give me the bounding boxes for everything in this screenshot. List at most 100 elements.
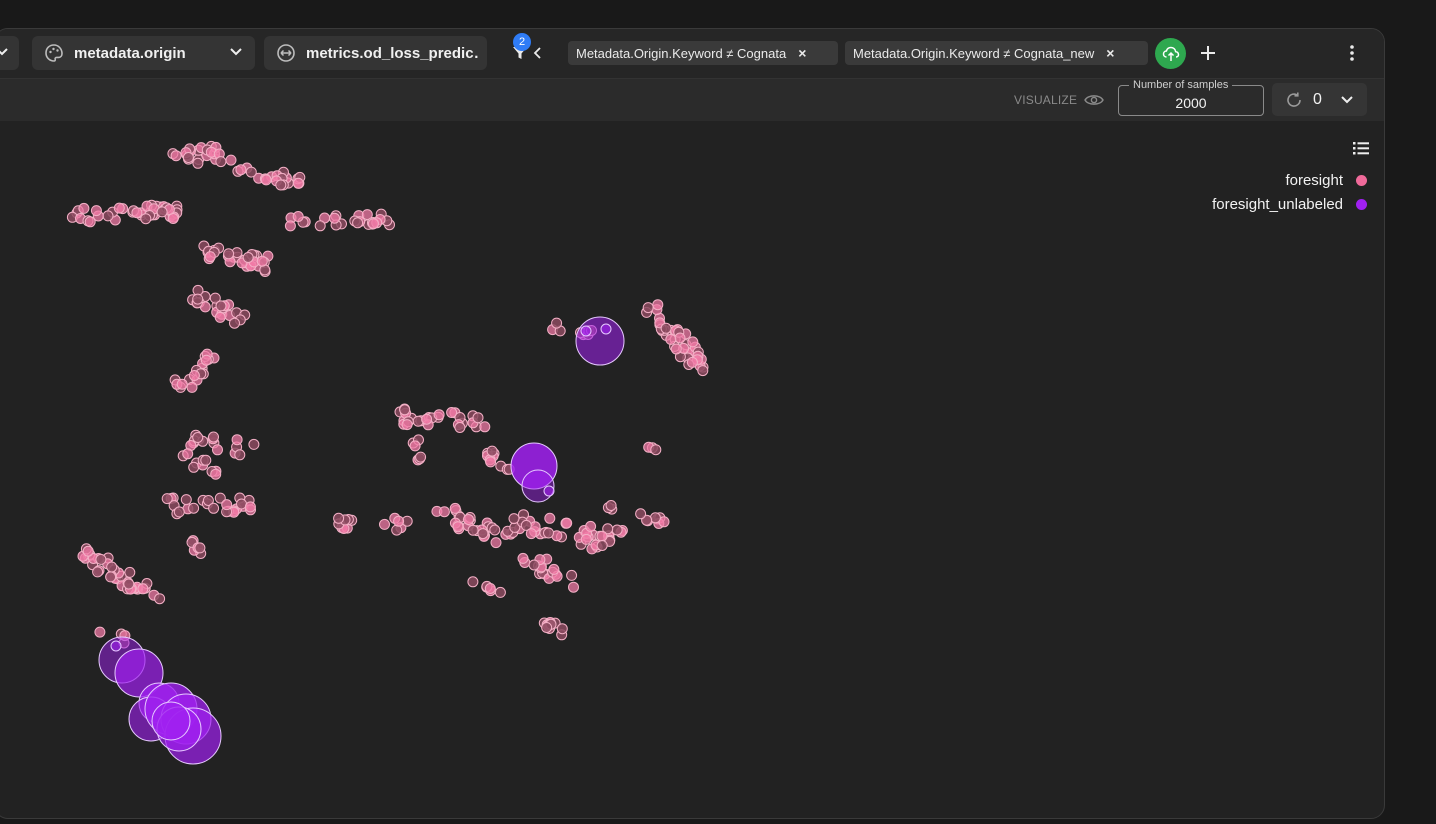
data-point-foresight[interactable]: [131, 207, 143, 219]
data-point-foresight[interactable]: [551, 317, 563, 329]
data-point-foresight[interactable]: [548, 563, 560, 575]
data-point-foresight[interactable]: [541, 622, 553, 633]
data-point-foresight[interactable]: [248, 438, 260, 450]
data-point-foresight-unlabeled[interactable]: [600, 323, 612, 335]
data-point-foresight[interactable]: [167, 213, 179, 224]
data-point-foresight[interactable]: [566, 569, 578, 581]
data-point-foresight[interactable]: [484, 583, 496, 594]
data-point-foresight[interactable]: [94, 626, 106, 638]
data-point-foresight[interactable]: [105, 571, 117, 583]
data-point-foresight[interactable]: [401, 419, 413, 431]
samples-value[interactable]: 2000: [1119, 95, 1263, 111]
data-point-foresight[interactable]: [200, 354, 212, 366]
data-point-foresight[interactable]: [580, 533, 592, 545]
data-point-foresight[interactable]: [204, 251, 216, 263]
data-point-foresight[interactable]: [182, 152, 194, 163]
data-point-foresight[interactable]: [208, 502, 220, 514]
data-point-foresight[interactable]: [561, 517, 573, 529]
data-point-foresight[interactable]: [106, 561, 118, 573]
data-point-foresight[interactable]: [275, 179, 287, 191]
data-point-foresight[interactable]: [490, 537, 502, 549]
data-point-foresight[interactable]: [652, 299, 664, 311]
data-point-foresight[interactable]: [242, 252, 254, 263]
data-point-foresight[interactable]: [124, 566, 136, 578]
data-point-foresight[interactable]: [508, 513, 520, 525]
data-point-foresight[interactable]: [256, 255, 268, 267]
data-point-foresight[interactable]: [229, 317, 240, 329]
data-point-foresight[interactable]: [245, 166, 257, 178]
data-point-foresight[interactable]: [137, 583, 149, 595]
data-point-foresight[interactable]: [173, 506, 185, 518]
data-point-foresight[interactable]: [415, 451, 427, 463]
data-point-foresight[interactable]: [467, 576, 479, 588]
data-point-foresight[interactable]: [223, 248, 235, 260]
data-point-foresight[interactable]: [485, 456, 497, 468]
data-point-foresight[interactable]: [454, 422, 466, 433]
data-point-foresight[interactable]: [596, 530, 608, 542]
number-of-samples-field[interactable]: Number of samples 2000: [1118, 79, 1264, 116]
filter-chip-cognata[interactable]: Metadata.Origin.Keyword ≠ Cognata ×: [568, 41, 838, 65]
data-point-foresight[interactable]: [170, 150, 182, 162]
data-point-foresight-unlabeled[interactable]: [110, 640, 122, 652]
data-point-foresight[interactable]: [260, 174, 272, 186]
data-point-foresight[interactable]: [284, 220, 296, 232]
data-point-foresight[interactable]: [234, 449, 246, 461]
data-point-foresight[interactable]: [367, 218, 379, 230]
data-point-foresight[interactable]: [543, 527, 554, 539]
data-point-foresight[interactable]: [449, 502, 461, 514]
data-point-foresight[interactable]: [102, 210, 114, 222]
data-point-foresight[interactable]: [568, 581, 579, 593]
prev-dropdown[interactable]: [0, 36, 19, 70]
visualize-button[interactable]: VISUALIZE: [1014, 93, 1104, 107]
filter-chip-cognata-new[interactable]: Metadata.Origin.Keyword ≠ Cognata_new ×: [845, 41, 1148, 65]
data-point-foresight[interactable]: [212, 444, 223, 456]
data-point-foresight[interactable]: [585, 520, 597, 532]
data-point-foresight[interactable]: [82, 545, 94, 557]
data-point-foresight[interactable]: [438, 506, 450, 518]
data-point-foresight[interactable]: [605, 500, 617, 511]
data-point-foresight[interactable]: [687, 336, 699, 348]
scatter-plot[interactable]: [1, 122, 1384, 818]
data-point-foresight[interactable]: [393, 515, 405, 527]
data-point-foresight[interactable]: [156, 206, 168, 218]
data-point-foresight[interactable]: [84, 216, 96, 228]
data-point-foresight[interactable]: [78, 202, 90, 214]
data-point-foresight[interactable]: [161, 493, 173, 505]
data-point-foresight[interactable]: [225, 154, 237, 166]
data-point-foresight[interactable]: [479, 421, 491, 433]
data-point-foresight[interactable]: [188, 370, 200, 381]
data-point-foresight[interactable]: [670, 343, 682, 355]
data-point-foresight[interactable]: [210, 468, 222, 480]
data-point-foresight[interactable]: [214, 311, 226, 323]
data-point-foresight[interactable]: [665, 333, 677, 345]
data-point-foresight-unlabeled[interactable]: [575, 316, 625, 366]
data-point-foresight[interactable]: [292, 177, 304, 189]
upload-button[interactable]: [1155, 38, 1186, 69]
data-point-foresight[interactable]: [188, 461, 200, 473]
data-point-foresight[interactable]: [467, 524, 479, 536]
data-point-foresight[interactable]: [463, 514, 474, 525]
data-point-foresight[interactable]: [192, 293, 204, 305]
data-point-foresight[interactable]: [544, 512, 556, 524]
data-point-foresight[interactable]: [379, 518, 390, 530]
data-point-foresight[interactable]: [192, 432, 204, 443]
data-point-foresight[interactable]: [333, 512, 345, 524]
legend-item-foresight[interactable]: foresight: [1212, 168, 1367, 192]
data-point-foresight[interactable]: [182, 448, 194, 460]
data-point-foresight[interactable]: [95, 553, 107, 565]
list-icon[interactable]: [1352, 140, 1370, 156]
data-point-foresight[interactable]: [90, 205, 102, 217]
close-icon[interactable]: ×: [1106, 45, 1114, 61]
data-point-foresight[interactable]: [192, 157, 204, 169]
data-point-foresight[interactable]: [186, 381, 198, 393]
data-point-foresight[interactable]: [292, 211, 304, 222]
data-point-foresight[interactable]: [472, 412, 484, 424]
refresh-dropdown[interactable]: 0: [1272, 83, 1367, 116]
data-point-foresight[interactable]: [477, 528, 489, 540]
data-point-foresight[interactable]: [314, 220, 326, 232]
size-by-dropdown[interactable]: metrics.od_loss_predic…: [264, 36, 487, 70]
data-point-foresight[interactable]: [391, 524, 403, 536]
data-point-foresight[interactable]: [154, 593, 166, 605]
data-point-foresight[interactable]: [642, 302, 654, 314]
data-point-foresight[interactable]: [221, 499, 233, 511]
